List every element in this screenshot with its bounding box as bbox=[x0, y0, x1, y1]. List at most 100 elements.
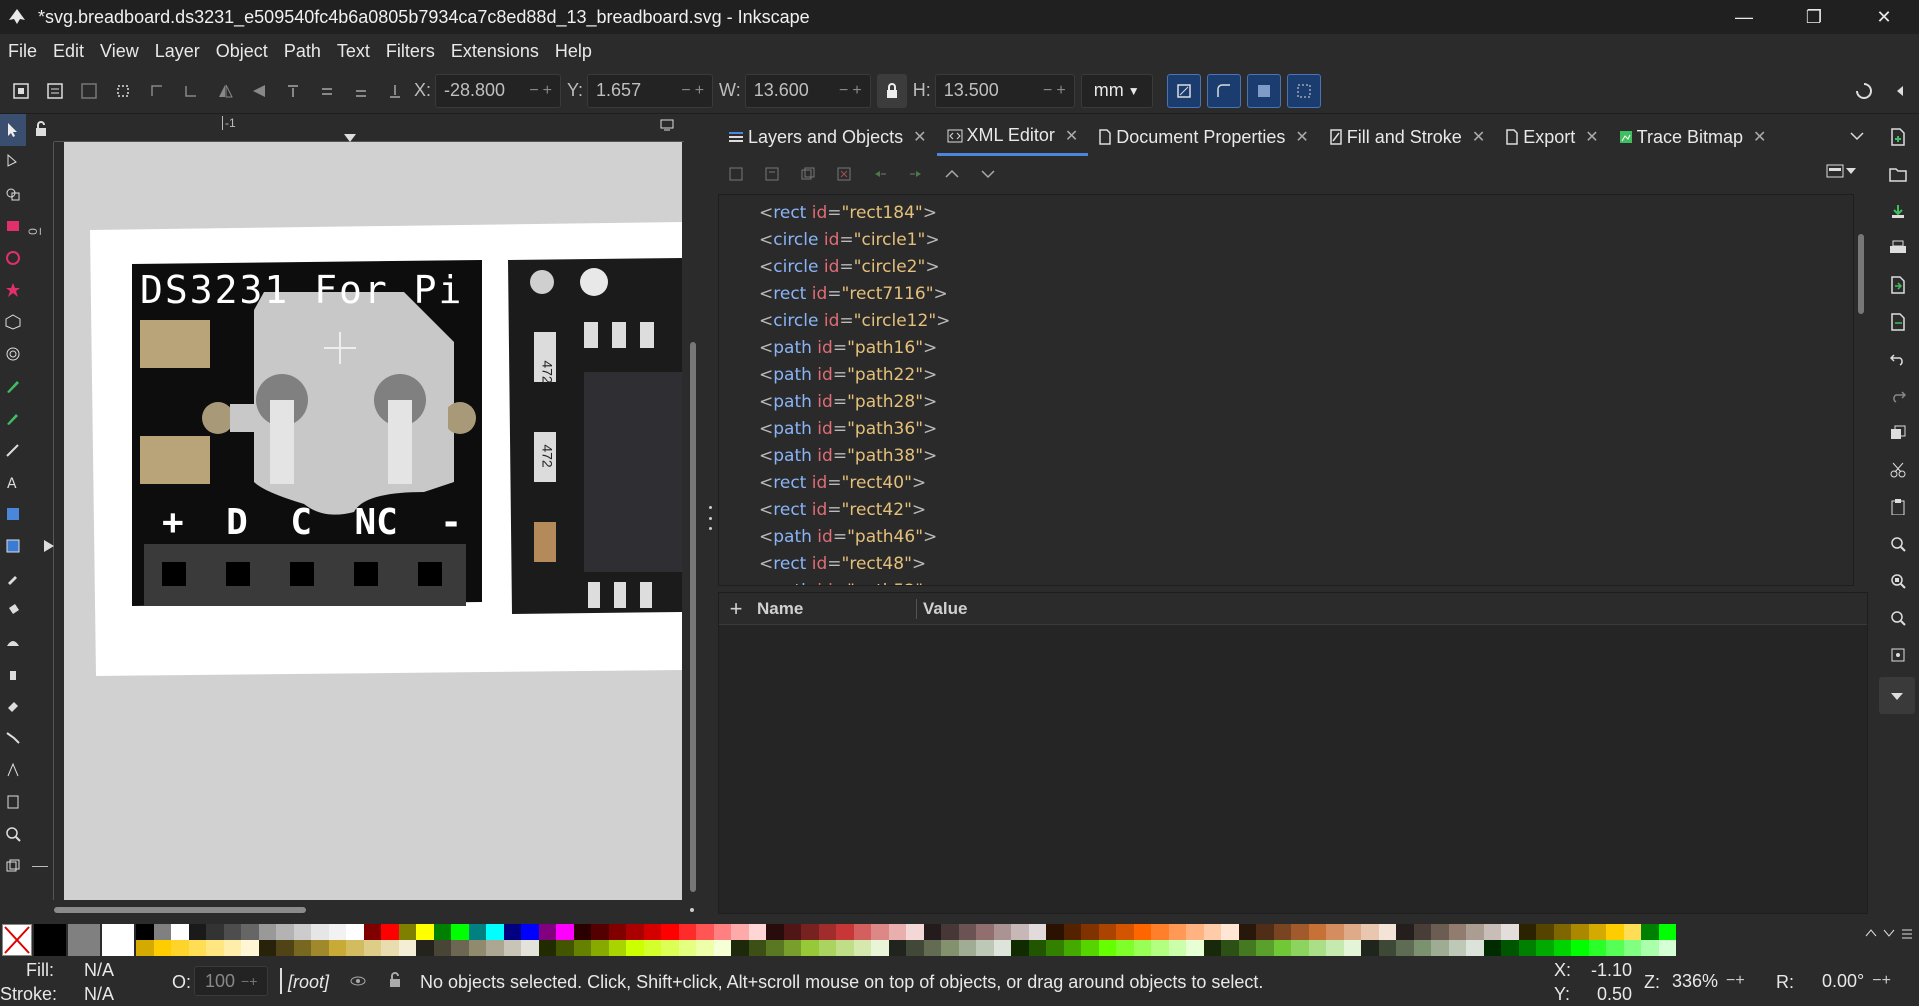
color-swatch[interactable] bbox=[976, 940, 994, 956]
color-swatch[interactable] bbox=[1133, 940, 1151, 956]
color-swatch[interactable] bbox=[731, 924, 749, 940]
color-swatch[interactable] bbox=[1606, 940, 1624, 956]
color-swatch[interactable] bbox=[451, 940, 469, 956]
color-swatch[interactable] bbox=[818, 940, 836, 956]
lower-node-icon[interactable] bbox=[970, 156, 1006, 192]
xml-node-row[interactable]: < circle id = "circle2" > bbox=[719, 253, 1853, 280]
color-swatch[interactable] bbox=[1238, 940, 1256, 956]
y-input[interactable]: 1.657 −+ bbox=[587, 73, 714, 108]
color-swatch[interactable] bbox=[1063, 940, 1081, 956]
tab-trace-bitmap[interactable]: Trace Bitmap ✕ bbox=[1609, 118, 1777, 156]
tabs-overflow-chevron-icon[interactable] bbox=[1846, 128, 1868, 146]
h-input[interactable]: 13.500 −+ bbox=[934, 73, 1075, 108]
color-swatch[interactable] bbox=[626, 924, 644, 940]
color-swatch[interactable] bbox=[818, 924, 836, 940]
scale-stroke-button[interactable] bbox=[1166, 73, 1201, 108]
color-swatch[interactable] bbox=[433, 940, 451, 956]
color-swatch[interactable] bbox=[1396, 924, 1414, 940]
color-swatch[interactable] bbox=[626, 940, 644, 956]
color-swatch[interactable] bbox=[258, 924, 276, 940]
xml-node-tree[interactable]: < rect id = "rect184" > < circle id = "circle1" >… bbox=[718, 194, 1854, 586]
color-swatch[interactable] bbox=[1081, 924, 1099, 940]
color-swatch[interactable] bbox=[1396, 940, 1414, 956]
color-swatch[interactable] bbox=[1168, 940, 1186, 956]
xml-node-row[interactable]: < rect id = "rect48" > bbox=[719, 550, 1853, 577]
color-swatch[interactable] bbox=[381, 940, 399, 956]
palette-row-top[interactable] bbox=[136, 924, 1676, 940]
color-swatch[interactable] bbox=[941, 940, 959, 956]
color-swatch[interactable] bbox=[1116, 940, 1134, 956]
export-document-icon[interactable] bbox=[1876, 303, 1919, 340]
scale-corners-button[interactable] bbox=[1206, 73, 1241, 108]
color-swatch[interactable] bbox=[573, 924, 591, 940]
color-swatch[interactable] bbox=[766, 940, 784, 956]
star-tool-icon[interactable] bbox=[0, 274, 26, 306]
color-swatch[interactable] bbox=[1046, 940, 1064, 956]
color-swatch[interactable] bbox=[1536, 924, 1554, 940]
color-swatch[interactable] bbox=[1203, 940, 1221, 956]
close-icon[interactable]: ✕ bbox=[1472, 127, 1485, 147]
minimize-button[interactable]: — bbox=[1709, 0, 1779, 34]
zoom-center-page-icon[interactable] bbox=[1876, 636, 1919, 673]
color-swatch[interactable] bbox=[1571, 940, 1589, 956]
color-swatch[interactable] bbox=[766, 924, 784, 940]
save-icon[interactable] bbox=[1876, 192, 1919, 229]
color-swatch[interactable] bbox=[993, 940, 1011, 956]
dock-handle-icon[interactable] bbox=[706, 506, 714, 530]
zoom-page-icon[interactable] bbox=[1876, 599, 1919, 636]
spray-tool-icon[interactable] bbox=[0, 658, 26, 690]
xml-node-row[interactable]: < path id = "path46" > bbox=[719, 523, 1853, 550]
copy-icon[interactable] bbox=[1876, 414, 1919, 451]
xml-node-row[interactable]: < rect id = "rect7116" > bbox=[719, 280, 1853, 307]
color-swatch[interactable] bbox=[783, 924, 801, 940]
color-swatch[interactable] bbox=[976, 924, 994, 940]
indent-node-icon[interactable] bbox=[898, 156, 934, 192]
color-swatch[interactable] bbox=[1063, 924, 1081, 940]
color-swatch[interactable] bbox=[923, 940, 941, 956]
mesh-tool-icon[interactable] bbox=[0, 530, 26, 562]
color-swatch[interactable] bbox=[1553, 940, 1571, 956]
close-icon[interactable]: ✕ bbox=[1753, 127, 1766, 147]
color-swatch[interactable] bbox=[643, 940, 661, 956]
color-swatch[interactable] bbox=[241, 940, 259, 956]
color-swatch[interactable] bbox=[696, 924, 714, 940]
menu-help[interactable]: Help bbox=[555, 41, 592, 62]
color-swatch[interactable] bbox=[1466, 940, 1484, 956]
color-swatch[interactable] bbox=[871, 924, 889, 940]
close-icon[interactable]: ✕ bbox=[1065, 126, 1078, 146]
select-all-icon[interactable] bbox=[4, 74, 38, 108]
color-swatch[interactable] bbox=[1308, 924, 1326, 940]
xml-node-row[interactable]: <path id="path52"> bbox=[719, 577, 1853, 586]
gray-swatch[interactable] bbox=[68, 924, 100, 956]
menu-file[interactable]: File bbox=[8, 41, 37, 62]
gradient-tool-icon[interactable] bbox=[0, 498, 26, 530]
xml-node-row[interactable]: < circle id = "circle12" > bbox=[719, 307, 1853, 334]
color-swatch[interactable] bbox=[188, 940, 206, 956]
color-swatch[interactable] bbox=[906, 924, 924, 940]
w-input[interactable]: 13.600 −+ bbox=[744, 73, 871, 108]
color-swatch[interactable] bbox=[1151, 924, 1169, 940]
color-swatch[interactable] bbox=[486, 924, 504, 940]
color-swatch[interactable] bbox=[888, 940, 906, 956]
color-swatch[interactable] bbox=[136, 940, 154, 956]
color-swatch[interactable] bbox=[1203, 924, 1221, 940]
snap-toggle-icon[interactable] bbox=[1847, 74, 1881, 108]
color-swatch[interactable] bbox=[328, 924, 346, 940]
connector-tool-icon[interactable] bbox=[0, 722, 26, 754]
h-stepper[interactable]: −+ bbox=[1043, 82, 1070, 100]
import-icon[interactable] bbox=[1876, 266, 1919, 303]
snap-popover-icon[interactable] bbox=[1883, 74, 1917, 108]
tab-xml-editor[interactable]: XML Editor ✕ bbox=[936, 118, 1089, 156]
pages-tool-icon[interactable] bbox=[0, 786, 26, 818]
color-swatch[interactable] bbox=[521, 940, 539, 956]
menu-path[interactable]: Path bbox=[284, 41, 321, 62]
xml-node-row[interactable]: < path id = "path36" > bbox=[719, 415, 1853, 442]
color-swatch[interactable] bbox=[1588, 924, 1606, 940]
open-file-icon[interactable] bbox=[1876, 155, 1919, 192]
color-swatch[interactable] bbox=[906, 940, 924, 956]
y-stepper[interactable]: −+ bbox=[681, 82, 708, 100]
color-swatch[interactable] bbox=[1641, 924, 1659, 940]
tab-export[interactable]: Export ✕ bbox=[1495, 118, 1608, 156]
color-swatch[interactable] bbox=[503, 924, 521, 940]
color-swatch[interactable] bbox=[223, 940, 241, 956]
